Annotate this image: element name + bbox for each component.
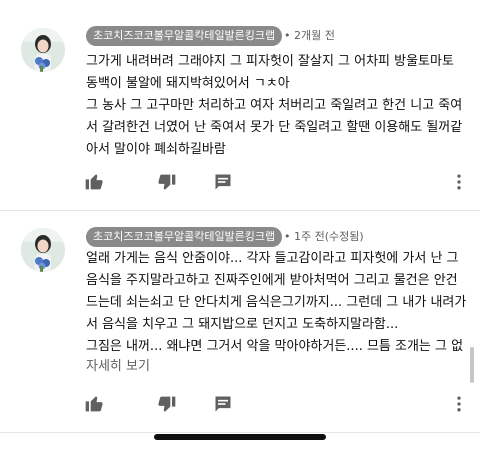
comment-item: 초코치즈코코볼무알콜칵테일발른킹크랩 • 1주 전(수정됨) 얼래 가게는 음식… [0, 211, 480, 433]
comment-time: 2개월 전 [294, 29, 335, 42]
home-indicator[interactable] [154, 434, 326, 440]
comment-timestamp[interactable]: • 1주 전(수정됨) [284, 227, 364, 247]
thumb-up-icon [85, 396, 103, 412]
thumb-down-icon [158, 396, 176, 412]
comment-item: 초코치즈코코볼무알콜칵테일발른킹크랩 • 2개월 전 그가게 내려버려 그래야지… [0, 0, 480, 210]
reply-button[interactable] [211, 170, 235, 194]
comment-line: 서 갈려한건 너였어 난 죽여서 못가 단 죽일려고 할땐 이용해도 될꺼같 [86, 120, 463, 135]
dislike-button[interactable] [155, 171, 179, 195]
comment-author-badge[interactable]: 초코치즈코코볼무알콜칵테일발른킹크랩 [86, 26, 283, 46]
more-vert-icon [457, 396, 461, 412]
thumb-down-icon [158, 174, 176, 190]
comment-line: 드는데 쇠는쇠고 단 안다치게 음식은그기까지... 그런데 그 내가 내려가 [86, 295, 467, 310]
comment-body: 그가게 내려버려 그래야지 그 피자헛이 잘살지 그 어차피 방울토마토 동백이… [86, 51, 462, 161]
comment-line: 그짐은 내꺼... 왜냐면 그거서 악을 막아야하거든.... 므틈 조개는 그… [86, 339, 464, 354]
reply-icon [215, 396, 231, 412]
comment-time: 1주 전(수정됨) [294, 230, 364, 243]
reply-button[interactable] [211, 392, 235, 416]
read-more-link[interactable]: 자세히 보기 [86, 357, 150, 377]
meta-dot: • [284, 29, 294, 42]
comment-line: 서 음식을 치우고 그 돼지밥으로 던지고 도축하지말라함... [86, 317, 399, 332]
comment-body: 얼래 가게는 음식 안줌이야... 각자 들고감이라고 피자헛에 가서 난 그 … [86, 248, 467, 358]
reply-icon [215, 174, 231, 190]
comment-line: 음식을 주지말라고하고 진짜주인에게 받아처먹어 그리고 물건은 안건 [86, 273, 458, 288]
comment-line: 아서 말이야 폐쇠하길바람 [86, 142, 226, 157]
comment-line: 동백이 불알에 돼지박혀있어서 ㄱㅊ아 [86, 76, 290, 91]
avatar[interactable] [21, 28, 65, 72]
avatar[interactable] [21, 228, 65, 272]
scrollbar[interactable] [470, 347, 474, 383]
comment-line: 그 농사 그 고구마만 처리하고 여자 처버리고 죽일려고 한건 니고 죽여 [86, 98, 463, 113]
thumb-up-icon [85, 174, 103, 190]
comment-divider [0, 432, 480, 433]
comment-author-badge[interactable]: 초코치즈코코볼무알콜칵테일발른킹크랩 [86, 227, 283, 247]
comment-timestamp[interactable]: • 2개월 전 [284, 26, 335, 46]
meta-dot: • [284, 230, 294, 243]
more-vert-icon [457, 174, 461, 190]
comment-menu-button[interactable] [447, 170, 471, 194]
dislike-button[interactable] [155, 393, 179, 417]
comment-menu-button[interactable] [447, 392, 471, 416]
like-button[interactable] [82, 391, 106, 415]
like-button[interactable] [82, 169, 106, 193]
comment-line: 그가게 내려버려 그래야지 그 피자헛이 잘살지 그 어차피 방울토마토 [86, 54, 454, 69]
comment-line: 얼래 가게는 음식 안줌이야... 각자 들고감이라고 피자헛에 가서 난 그 [86, 251, 459, 266]
